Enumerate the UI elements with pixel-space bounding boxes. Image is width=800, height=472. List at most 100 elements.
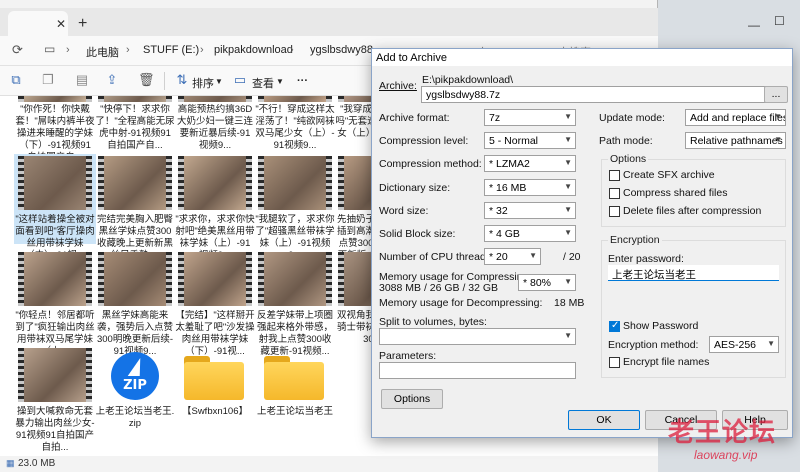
thumbnail-image	[24, 348, 86, 402]
compression-method-select[interactable]: * LZMA2 ▼	[484, 155, 576, 172]
file-name: 操到大喊救命无套暴力输出肉丝少女-91视频91自拍国产自拍...	[15, 406, 95, 453]
breadcrumb-item-drive[interactable]: STUFF (E:)	[143, 44, 199, 56]
chevron-down-icon: ▼	[564, 277, 572, 286]
chevron-down-icon: ▼	[564, 182, 572, 191]
film-strip-right	[166, 156, 172, 210]
breadcrumb-item-this-pc[interactable]: 此电脑	[86, 44, 119, 60]
chevron-down-icon: ▼	[564, 331, 572, 340]
status-size: 23.0 MB	[18, 458, 56, 469]
delete-after-label: Delete files after compression	[623, 205, 762, 217]
file-name: 上老王论坛当老王	[256, 406, 333, 417]
memory-percent-select[interactable]: * 80% ▼	[518, 274, 576, 291]
create-sfx-checkbox[interactable]	[609, 170, 620, 181]
more-options-button[interactable]: ···	[297, 75, 308, 87]
chevron-right-icon: ›	[290, 44, 294, 56]
dictionary-size-value: * 16 MB	[489, 182, 527, 194]
chevron-down-icon[interactable]: ▼	[215, 77, 223, 86]
cpu-threads-select[interactable]: * 20 ▼	[484, 248, 541, 265]
browse-button[interactable]: ...	[764, 86, 788, 103]
breadcrumb-item-current[interactable]: ygslbsdwy88	[310, 44, 373, 56]
video-thumbnail	[178, 252, 252, 306]
split-volumes-select[interactable]: ▼	[379, 328, 576, 345]
ok-button[interactable]: OK	[568, 410, 640, 430]
update-mode-select[interactable]: Add and replace files ▼	[685, 109, 786, 126]
new-tab-icon[interactable]: +	[78, 16, 87, 32]
chevron-down-icon: ▼	[774, 135, 782, 144]
sort-button[interactable]: 排序	[192, 75, 214, 91]
delete-icon[interactable]: 🗑	[138, 72, 155, 88]
view-button[interactable]: 查看	[252, 75, 274, 91]
film-strip-right	[86, 348, 92, 402]
grid-view-icon[interactable]: ▦	[6, 458, 15, 469]
toolbar-divider	[164, 72, 165, 90]
chevron-down-icon[interactable]: ▼	[276, 77, 284, 86]
film-strip-right	[166, 252, 172, 306]
cancel-button[interactable]: Cancel	[645, 410, 717, 430]
video-thumbnail	[98, 96, 172, 102]
folder-icon	[184, 356, 244, 400]
archive-name-input[interactable]: ygslbsdwy88.7z ▼	[421, 86, 777, 103]
options-button[interactable]: Options	[381, 389, 443, 409]
compression-level-select[interactable]: 5 - Normal ▼	[484, 132, 576, 149]
compress-shared-label: Compress shared files	[623, 187, 728, 199]
film-strip-right	[326, 96, 332, 102]
archive-name-value: ygslbsdwy88.7z	[426, 89, 501, 101]
video-thumbnail	[178, 96, 252, 102]
solid-block-size-select[interactable]: * 4 GB ▼	[484, 225, 576, 242]
thumbnail-image	[264, 156, 326, 210]
video-thumbnail	[258, 96, 332, 102]
show-password-checkbox[interactable]	[609, 320, 620, 332]
view-icon[interactable]: ▭	[232, 72, 248, 88]
film-strip-right	[86, 96, 92, 102]
encryption-method-value: AES-256	[714, 339, 757, 351]
word-size-select[interactable]: * 32 ▼	[484, 202, 576, 219]
cut-icon[interactable]: ⧉	[8, 72, 24, 88]
encrypt-names-checkbox[interactable]	[609, 357, 620, 368]
memory-decompress-value: 18 MB	[554, 297, 585, 309]
close-tab-icon[interactable]: ✕	[56, 17, 66, 31]
compression-method-label: Compression method:	[379, 158, 482, 170]
copy-icon[interactable]: ❐	[40, 72, 56, 88]
compression-level-value: 5 - Normal	[489, 135, 539, 147]
thumbnail-image	[184, 96, 246, 102]
parameters-input[interactable]	[379, 362, 576, 379]
video-thumbnail	[178, 156, 252, 210]
explorer-tab[interactable]: ✕	[8, 11, 68, 36]
password-input[interactable]: 上老王论坛当老王	[608, 265, 779, 281]
share-icon[interactable]: ⇪	[104, 72, 120, 88]
file-name: 高能预热约搞36D大奶少妇一键三连要新近暴后续-91视频9...	[176, 104, 253, 151]
chevron-down-icon: ▼	[564, 158, 572, 167]
encryption-group: Encryption Enter password: 上老王论坛当老王 Show…	[601, 234, 786, 378]
video-thumbnail	[18, 252, 92, 306]
tab-bar: ✕ +	[0, 8, 658, 36]
file-name: 反差学妹带上项圈强起来格外带感，射我上点赞300收藏更新-91视频...	[256, 310, 333, 357]
monitor-icon[interactable]: ▭	[44, 42, 55, 56]
paste-icon[interactable]: ▤	[74, 72, 90, 88]
path-mode-select[interactable]: Relative pathnames ▼	[685, 132, 786, 149]
thumbnail-image	[24, 156, 86, 210]
help-button[interactable]: Help	[722, 410, 788, 430]
film-strip-right	[326, 156, 332, 210]
film-strip-right	[326, 252, 332, 306]
thumbnail-image	[104, 96, 166, 102]
encryption-method-select[interactable]: AES-256 ▼	[709, 336, 779, 353]
refresh-icon[interactable]: ⟳	[12, 42, 23, 58]
thumbnail-image	[264, 96, 326, 102]
video-thumbnail	[18, 96, 92, 102]
solid-block-size-value: * 4 GB	[489, 228, 520, 240]
word-size-label: Word size:	[379, 205, 429, 217]
minimize-icon[interactable]: —	[748, 18, 760, 32]
archive-format-select[interactable]: 7z ▼	[484, 109, 576, 126]
film-strip-right	[86, 252, 92, 306]
breadcrumb-item-folder[interactable]: pikpakdownload	[214, 44, 293, 56]
cpu-threads-label: Number of CPU threads:	[379, 251, 494, 263]
file-name: 上老王论坛当老王.zip	[95, 406, 175, 429]
delete-after-checkbox[interactable]	[609, 206, 620, 217]
sort-icon[interactable]: ⇅	[174, 72, 190, 88]
memory-decompress-label: Memory usage for Decompressing:	[379, 297, 543, 309]
maximize-icon[interactable]: ☐	[774, 14, 785, 28]
split-volumes-label: Split to volumes, bytes:	[379, 316, 487, 328]
compress-shared-checkbox[interactable]	[609, 188, 620, 199]
dictionary-size-select[interactable]: * 16 MB ▼	[484, 179, 576, 196]
file-name: 【Swfbxn106】	[181, 406, 248, 417]
